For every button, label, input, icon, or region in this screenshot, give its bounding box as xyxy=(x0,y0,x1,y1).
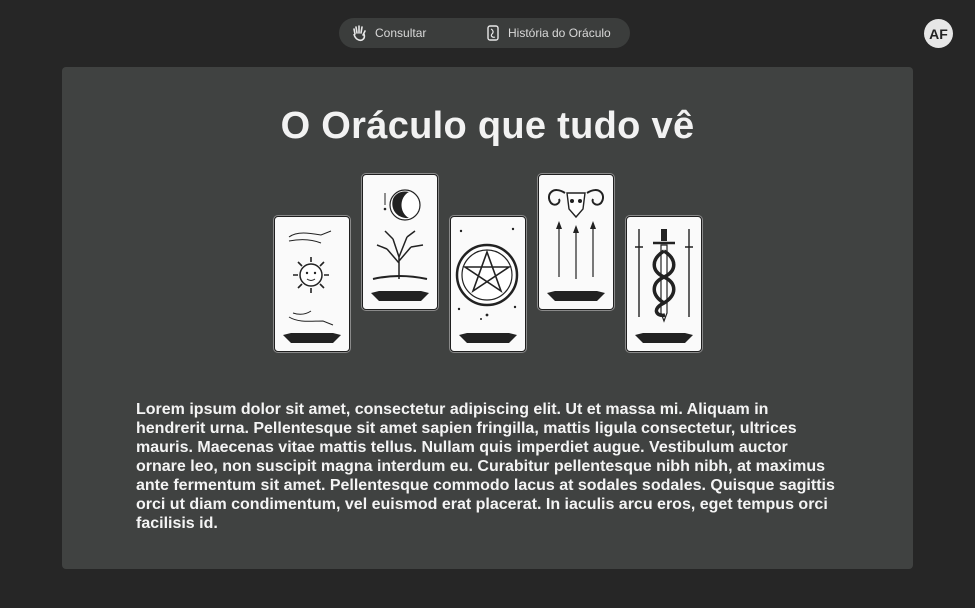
pentacle-card-icon xyxy=(455,227,519,343)
tarot-card-sun[interactable] xyxy=(274,216,350,352)
top-navigation: Consultar História do Oráculo xyxy=(339,18,630,48)
user-avatar[interactable]: AF xyxy=(924,19,953,48)
ram-skull-arrows-card-icon xyxy=(547,189,605,301)
nav-consult-button[interactable]: Consultar xyxy=(351,18,426,48)
hand-icon xyxy=(351,24,369,42)
swords-serpent-card-icon xyxy=(635,229,693,343)
tarot-card-ram[interactable] xyxy=(538,174,614,310)
sun-card-icon xyxy=(283,230,341,343)
nav-consult-label: Consultar xyxy=(375,26,427,40)
oracle-description: Lorem ipsum dolor sit amet, consectetur … xyxy=(136,401,835,532)
nav-history-label: História do Oráculo xyxy=(508,26,611,40)
nav-history-button[interactable]: História do Oráculo xyxy=(484,18,611,48)
page-title: O Oráculo que tudo vê xyxy=(280,105,695,147)
scroll-icon xyxy=(484,24,502,42)
tarot-card-pentacle[interactable] xyxy=(450,216,526,352)
moon-tree-card-icon xyxy=(371,189,429,301)
tarot-card-moon[interactable] xyxy=(362,174,438,310)
oracle-panel: O Oráculo que tudo vê Lorem ipsum dolor … xyxy=(62,67,913,569)
tarot-card-swords[interactable] xyxy=(626,216,702,352)
